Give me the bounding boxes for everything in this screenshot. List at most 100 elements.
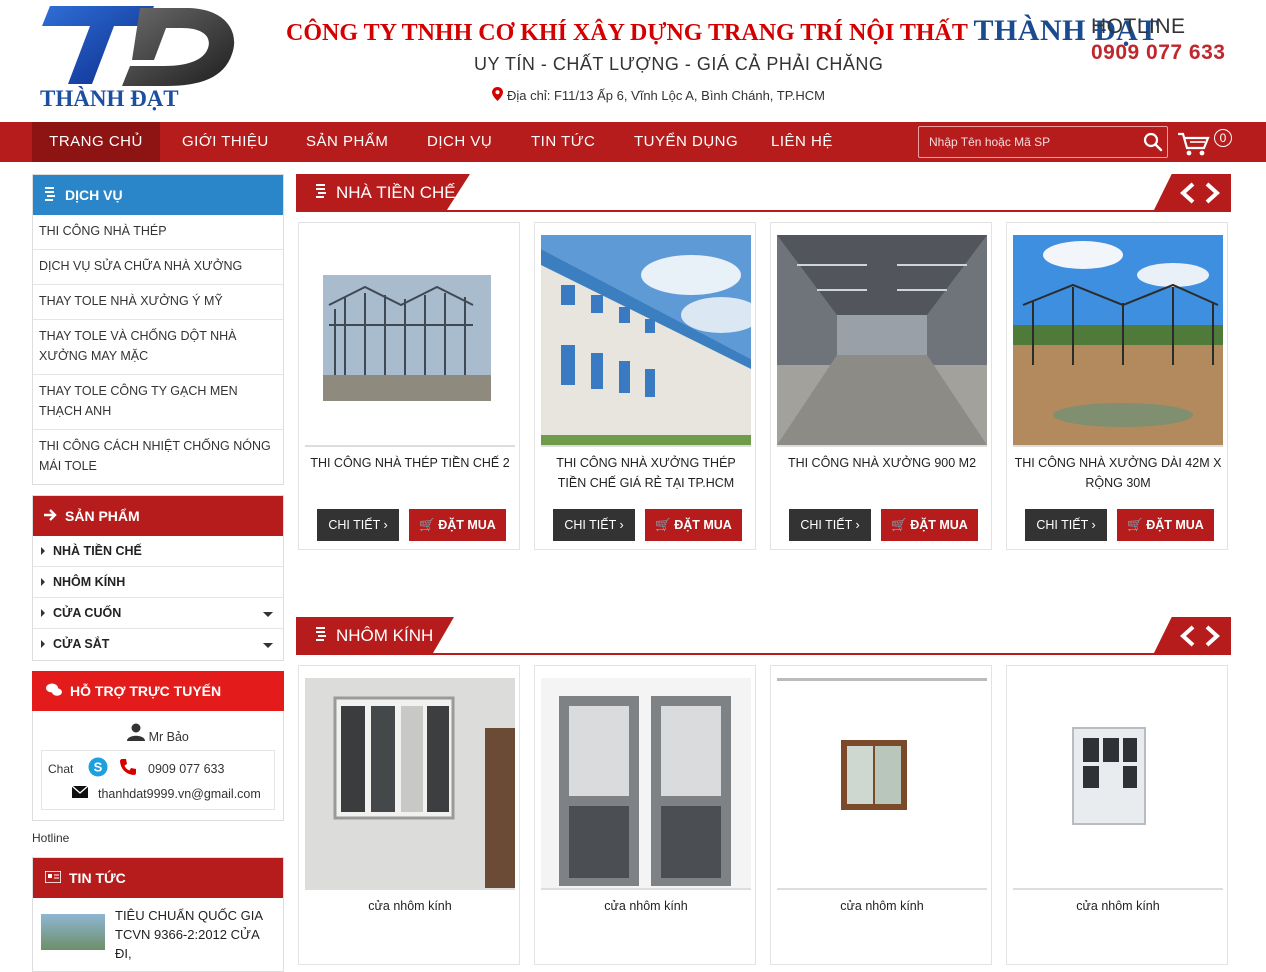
detail-button-label: CHI TIẾT (1036, 518, 1088, 532)
cart-icon: 🛒 (419, 518, 435, 532)
address: Địa chỉ: F11/13 Ấp 6, Vĩnh Lộc A, Bình C… (492, 87, 825, 104)
logo[interactable]: THÀNH ĐẠT (36, 2, 251, 112)
triangle-right-icon (41, 547, 45, 555)
skype-icon[interactable]: S (88, 757, 108, 780)
news-item-title[interactable]: TIÊU CHUẨN QUỐC GIA TCVN 9366-2:2012 CỬA… (115, 906, 275, 963)
chevron-right-icon[interactable] (1203, 625, 1221, 647)
news-item[interactable]: TIÊU CHUẨN QUỐC GIA TCVN 9366-2:2012 CỬA… (33, 898, 283, 971)
spiral-icon (43, 186, 57, 205)
chevron-right-icon: › (619, 518, 624, 532)
services-box: DỊCH VỤ THI CÔNG NHÀ THÉP DỊCH VỤ SỬA CH… (32, 174, 284, 485)
product-title[interactable]: cửa nhôm kính (541, 896, 751, 916)
product-card: cửa nhôm kính (298, 665, 520, 965)
contact-card: Chat S 0909 077 633 thanhdat9999.vn@gmai… (41, 750, 275, 810)
product-image[interactable] (777, 678, 987, 888)
product-title[interactable]: THI CÔNG NHÀ XƯỞNG THÉP TIỀN CHẾ GIÁ RẺ … (541, 453, 751, 493)
news-thumbnail[interactable] (41, 914, 105, 950)
chevron-left-icon[interactable] (1179, 182, 1197, 204)
card-divider (777, 888, 987, 890)
service-link[interactable]: DỊCH VỤ SỬA CHỮA NHÀ XƯỞNG (33, 250, 283, 285)
product-card: cửa nhôm kính (770, 665, 992, 965)
detail-button[interactable]: CHI TIẾT › (317, 509, 399, 541)
buy-button[interactable]: 🛒 ĐẶT MUA (881, 509, 978, 541)
hotline-number[interactable]: 0909 077 633 (1091, 41, 1225, 65)
detail-button[interactable]: CHI TIẾT › (1025, 509, 1107, 541)
detail-button-label: CHI TIẾT (328, 518, 380, 532)
search-input[interactable] (919, 127, 1139, 157)
product-title[interactable]: cửa nhôm kính (305, 896, 515, 916)
chevron-right-icon: › (855, 518, 860, 532)
contact-row-phone: Chat S 0909 077 633 (48, 757, 268, 780)
service-link[interactable]: THAY TOLE VÀ CHỐNG DỘT NHÀ XƯỞNG MAY MẶC (33, 320, 283, 375)
product-image[interactable] (541, 678, 751, 888)
nav-item-news[interactable]: TIN TỨC (509, 122, 617, 162)
section-title: NHÀ TIỀN CHẾ (336, 183, 456, 202)
product-category[interactable]: NHÔM KÍNH (33, 567, 283, 598)
products-header: SẢN PHẨM (33, 496, 283, 536)
logo-text: THÀNH ĐẠT (40, 86, 179, 111)
product-image[interactable] (1013, 678, 1223, 888)
nav-item-recruitment[interactable]: TUYỂN DỤNG (612, 122, 760, 162)
service-link[interactable]: THAY TOLE CÔNG TY GẠCH MEN THẠCH ANH (33, 375, 283, 430)
nav-item-home[interactable]: TRANG CHỦ (32, 122, 160, 162)
product-title[interactable]: THI CÔNG NHÀ XƯỞNG 900 M2 (777, 453, 987, 473)
detail-button[interactable]: CHI TIẾT › (789, 509, 871, 541)
services-header: DỊCH VỤ (33, 175, 283, 215)
company-name: CÔNG TY TNHH CƠ KHÍ XÂY DỰNG TRANG TRÍ N… (286, 14, 1158, 48)
spiral-icon (314, 183, 328, 204)
product-image[interactable] (541, 235, 751, 445)
service-link[interactable]: THI CÔNG NHÀ THÉP (33, 215, 283, 250)
product-image[interactable] (777, 235, 987, 445)
nav-item-about[interactable]: GIỚI THIỆU (160, 122, 291, 162)
product-image[interactable] (1013, 235, 1223, 445)
section-tab: NHÀ TIỀN CHẾ (296, 174, 470, 212)
nav-item-contact[interactable]: LIÊN HỆ (749, 122, 855, 162)
product-card: THI CÔNG NHÀ XƯỞNG 900 M2 CHI TIẾT › 🛒 Đ… (770, 222, 992, 550)
product-title[interactable]: cửa nhôm kính (777, 896, 987, 916)
product-image[interactable] (305, 678, 515, 888)
product-category[interactable]: CỬA SẮT (33, 629, 283, 660)
products-box: SẢN PHẨM NHÀ TIỀN CHẾ NHÔM KÍNH CỬA CUỐN… (32, 495, 284, 661)
product-category[interactable]: NHÀ TIỀN CHẾ (33, 536, 283, 567)
chevron-down-icon[interactable] (263, 643, 273, 648)
detail-button[interactable]: CHI TIẾT › (553, 509, 635, 541)
triangle-right-icon (41, 578, 45, 586)
product-category[interactable]: CỬA CUỐN (33, 598, 283, 629)
hotline-box: HOTLINE 0909 077 633 (1091, 15, 1225, 65)
product-category-label: NHÀ TIỀN CHẾ (53, 544, 142, 558)
product-title[interactable]: THI CÔNG NHÀ THÉP TIỀN CHẾ 2 (305, 453, 515, 473)
buy-button[interactable]: 🛒 ĐẶT MUA (409, 509, 506, 541)
newspaper-icon (44, 870, 62, 886)
support-phone[interactable]: 0909 077 633 (148, 762, 224, 776)
product-card: THI CÔNG NHÀ XƯỞNG DÀI 42M X RỘNG 30M CH… (1006, 222, 1228, 550)
support-body: Mr Bảo Chat S 0909 077 633 thanhdat9999.… (32, 711, 284, 821)
product-title[interactable]: THI CÔNG NHÀ XƯỞNG DÀI 42M X RỘNG 30M (1013, 453, 1223, 493)
service-link[interactable]: THI CÔNG CÁCH NHIỆT CHỐNG NÓNG MÁI TOLE (33, 430, 283, 484)
product-grid-prefab: THI CÔNG NHÀ THÉP TIỀN CHẾ 2 CHI TIẾT › … (296, 212, 1231, 550)
product-card: cửa nhôm kính (534, 665, 756, 965)
card-divider (305, 888, 515, 890)
cart-icon[interactable] (1176, 132, 1212, 162)
cart[interactable]: 0 (1176, 128, 1234, 158)
cart-count: 0 (1214, 129, 1232, 147)
product-title[interactable]: cửa nhôm kính (1013, 896, 1223, 916)
buy-button[interactable]: 🛒 ĐẶT MUA (645, 509, 742, 541)
section-arrows (1153, 617, 1231, 655)
buy-button[interactable]: 🛒 ĐẶT MUA (1117, 509, 1214, 541)
nav-item-services[interactable]: DỊCH VỤ (405, 122, 514, 162)
product-image[interactable] (305, 235, 515, 445)
nav-item-products[interactable]: SẢN PHẨM (284, 122, 410, 162)
support-email[interactable]: thanhdat9999.vn@gmail.com (98, 787, 261, 801)
hotline-title: HOTLINE (1091, 15, 1186, 38)
contact-row-email: thanhdat9999.vn@gmail.com (48, 785, 268, 801)
support-person-name: Mr Bảo (148, 730, 189, 744)
card-divider (541, 445, 751, 447)
chevron-down-icon[interactable] (263, 612, 273, 617)
chevron-left-icon[interactable] (1179, 625, 1197, 647)
search-icon[interactable] (1143, 132, 1163, 157)
chevron-right-icon[interactable] (1203, 182, 1221, 204)
service-link[interactable]: THAY TOLE NHÀ XƯỞNG Ý MỸ (33, 285, 283, 320)
chat-image[interactable]: Chat (48, 762, 78, 776)
card-divider (777, 445, 987, 447)
card-divider (305, 445, 515, 447)
